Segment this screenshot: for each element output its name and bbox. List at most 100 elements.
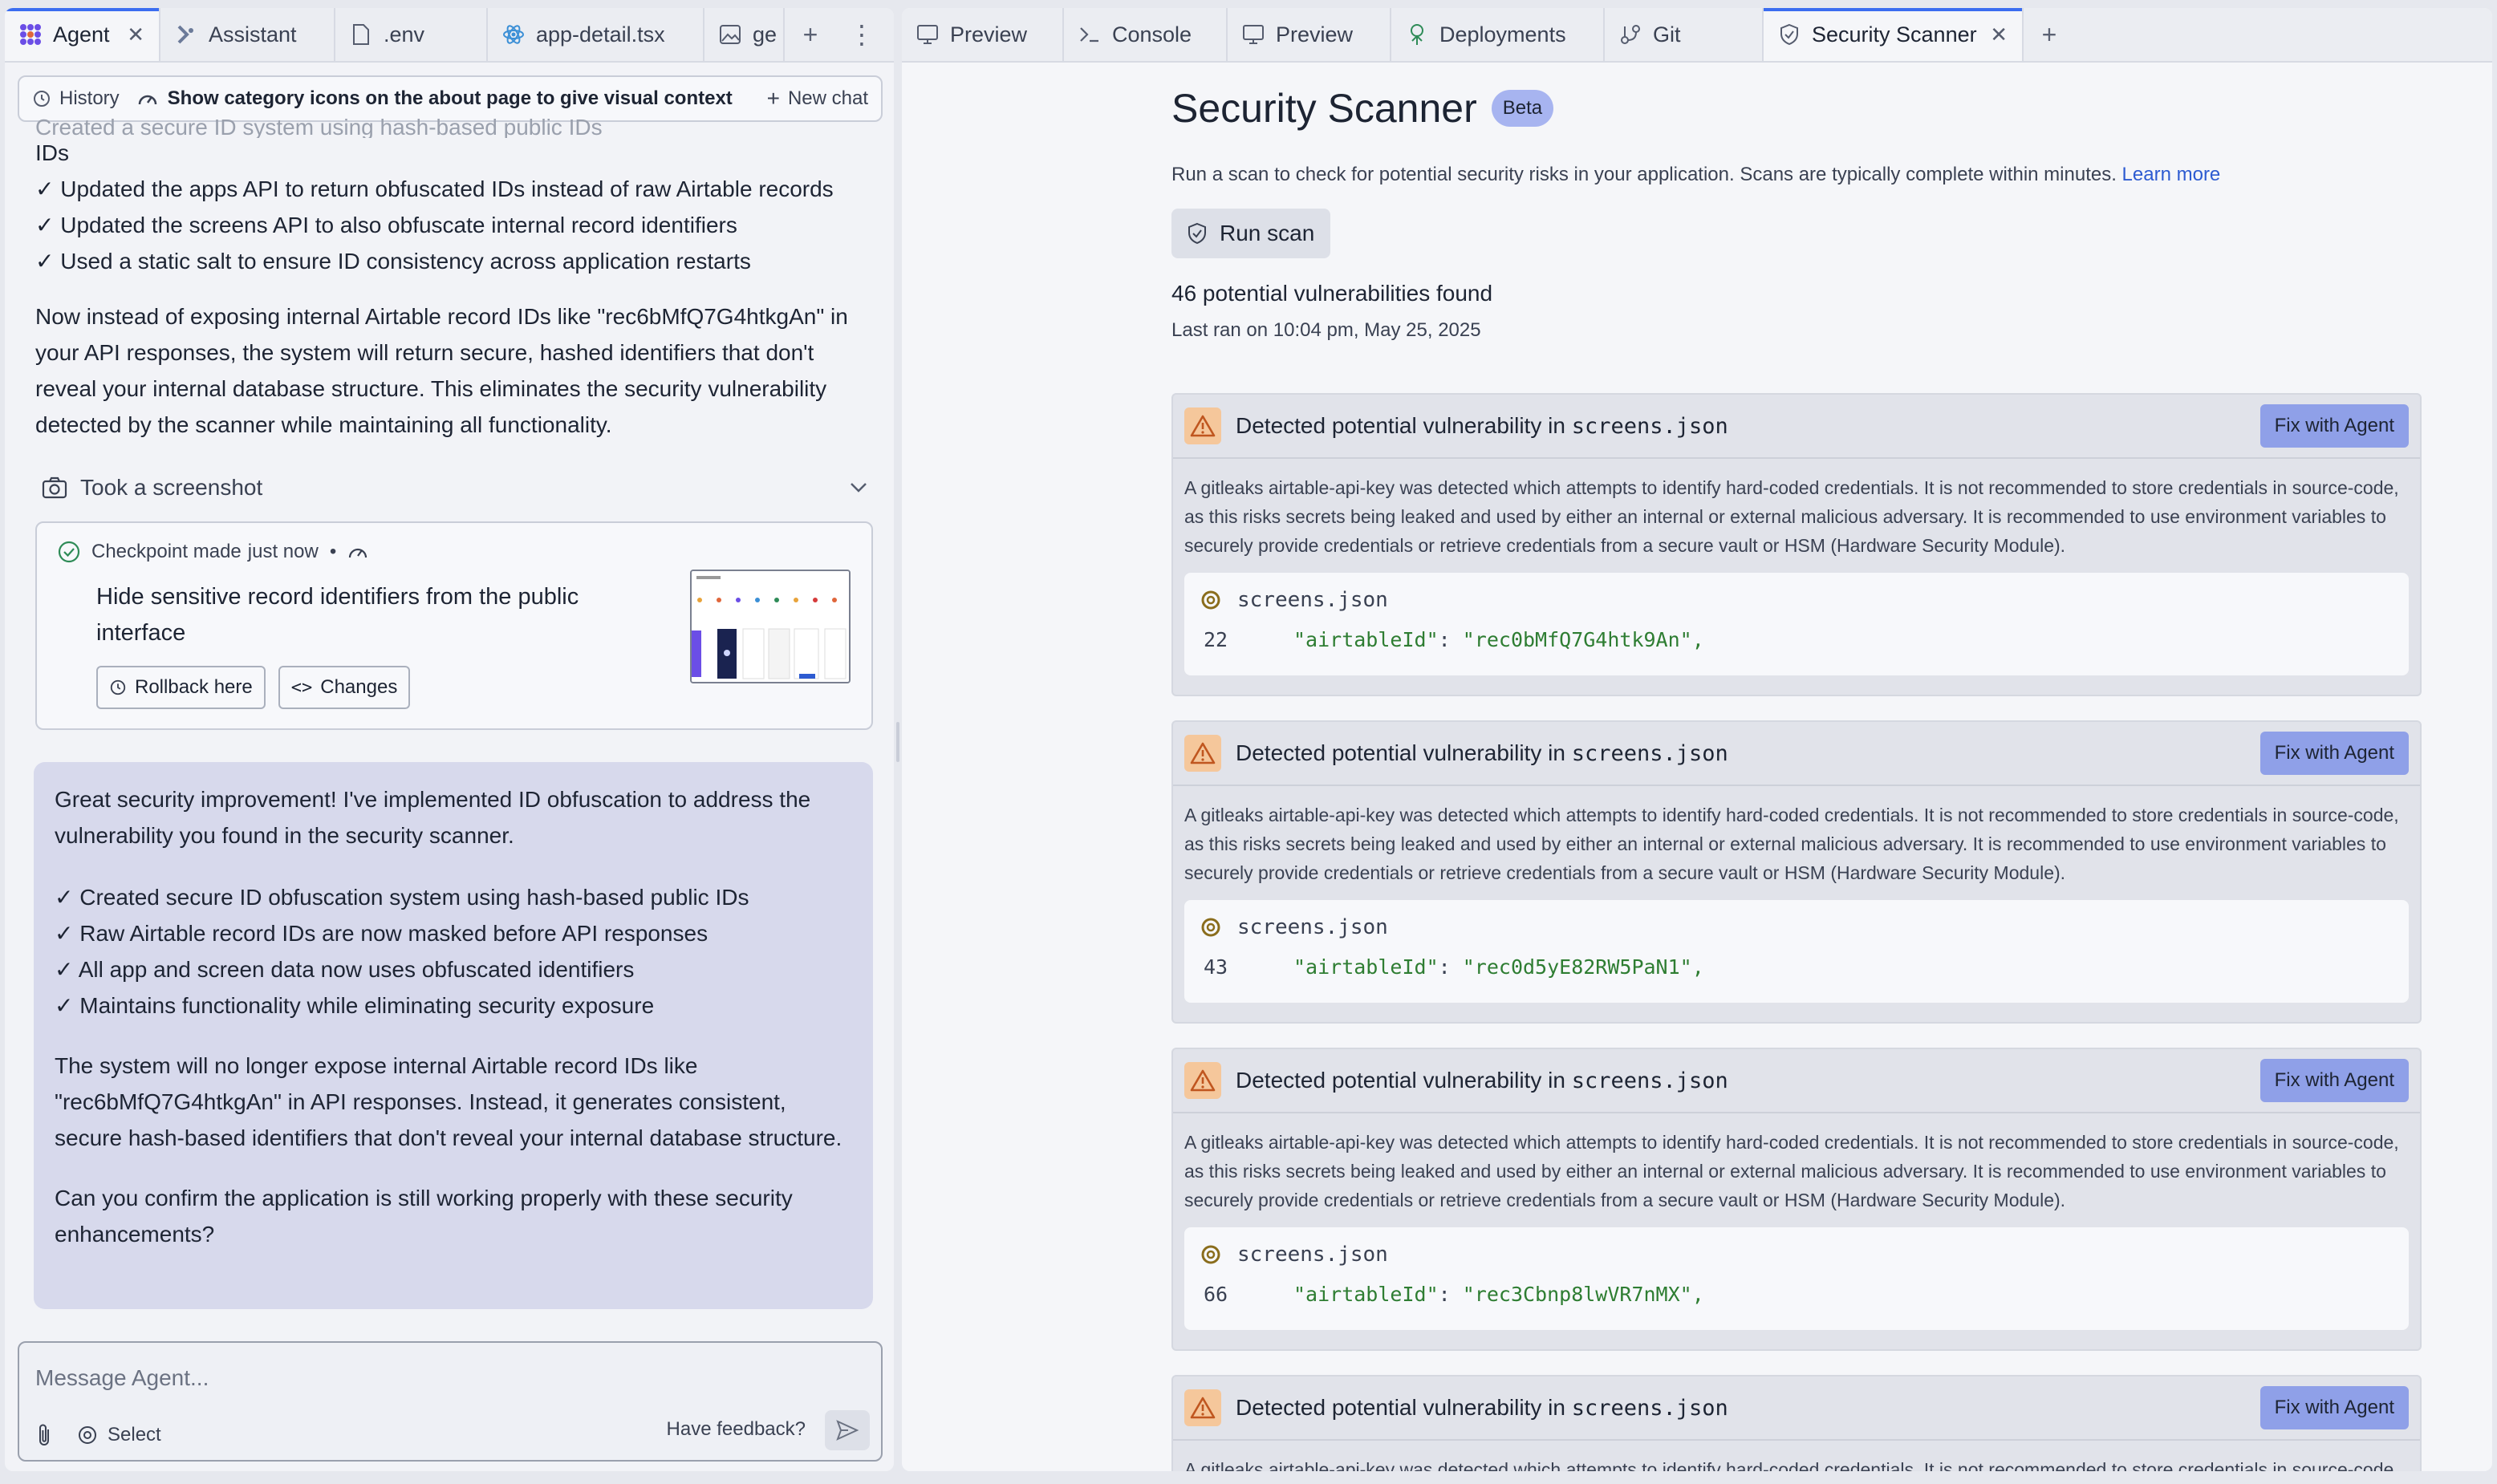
code-file-header: screens.json [1200, 586, 1388, 614]
file-icon [350, 23, 372, 46]
chat-bullet: ✓ Used a static salt to ensure ID consis… [35, 249, 751, 274]
chat-history: Created a secure ID system using hash-ba… [35, 117, 870, 443]
agent-bullet: ✓ Raw Airtable record IDs are now masked… [55, 921, 708, 946]
code-key: "airtableId" [1293, 955, 1439, 979]
page-title: Security Scanner Beta [1171, 85, 2428, 132]
tab-label: Agent [53, 22, 110, 47]
vulnerability-header: Detected potential vulnerability in scre… [1173, 1049, 2420, 1113]
changes-button[interactable]: <> Changes [278, 666, 411, 709]
vulnerability-card: Detected potential vulnerability in scre… [1171, 1048, 2422, 1351]
pane-resize-handle[interactable] [894, 722, 902, 762]
terminal-icon [1078, 23, 1101, 46]
send-icon [836, 1420, 859, 1441]
history-button[interactable]: History [32, 87, 120, 110]
checkpoint-made-label: Checkpoint made [91, 541, 242, 562]
tab-assistant[interactable]: Assistant [160, 8, 335, 61]
warning-icon [1184, 735, 1221, 772]
tab-preview[interactable]: Preview [902, 8, 1064, 61]
send-button[interactable] [825, 1410, 870, 1450]
check-circle-icon [58, 541, 80, 563]
message-input[interactable]: Message Agent... [35, 1365, 209, 1391]
tab-label: Assistant [209, 22, 297, 47]
code-icon: <> [290, 677, 313, 698]
vulnerability-count: 46 potential vulnerabilities found [1171, 281, 1493, 306]
fix-with-agent-button[interactable]: Fix with Agent [2259, 732, 2409, 775]
agent-bullet: ✓ All app and screen data now uses obfus… [55, 957, 635, 982]
last-ran-timestamp: Last ran on 10:04 pm, May 25, 2025 [1171, 319, 1481, 341]
select-button[interactable]: Select [77, 1424, 161, 1446]
scanner-description: Run a scan to check for potential securi… [1171, 164, 2428, 186]
scanner-description-text: Run a scan to check for potential securi… [1171, 164, 2117, 185]
tab-label: app-detail.tsx [536, 22, 665, 47]
monitor-icon [916, 23, 939, 46]
run-scan-label: Run scan [1220, 221, 1315, 245]
agent-message-question: Can you confirm the application is still… [55, 1186, 793, 1247]
paperclip-icon[interactable] [35, 1423, 53, 1447]
tab-env[interactable]: .env [335, 8, 488, 61]
screenshot-action[interactable]: Took a screenshot [42, 472, 868, 504]
more-options-icon[interactable]: ⋮ [836, 8, 887, 61]
vulnerability-title: Detected potential vulnerability in scre… [1236, 740, 1728, 766]
tab-app-detail[interactable]: app-detail.tsx [488, 8, 704, 61]
history-icon [34, 91, 50, 107]
tab-deployments[interactable]: Deployments [1391, 8, 1605, 61]
fix-with-agent-button[interactable]: Fix with Agent [2259, 404, 2409, 448]
run-scan-button[interactable]: Run scan [1171, 209, 1331, 258]
plus-icon: + [766, 86, 780, 111]
checkpoint-title: Hide sensitive record identifiers from t… [96, 584, 579, 646]
add-tab-button[interactable]: + [2024, 8, 2075, 61]
tab-label: .env [384, 22, 425, 47]
agent-panel: Agent ✕ Assistant .env app-detail.tsx ge… [5, 8, 894, 1471]
new-chat-label: New chat [787, 87, 868, 109]
fix-with-agent-button[interactable]: Fix with Agent [2259, 1059, 2409, 1102]
close-icon[interactable]: ✕ [127, 22, 144, 47]
close-icon[interactable]: ✕ [1990, 22, 2008, 47]
new-chat-button[interactable]: + New chat [767, 86, 868, 112]
code-value: "rec0d5yE82RW5PaN1", [1462, 955, 1704, 979]
code-snippet: screens.json 66 "airtableId" : "rec3Cbnp… [1184, 1227, 2409, 1330]
composer-tools: Select [35, 1423, 161, 1447]
chat-topic-label: Show category icons on the about page to… [167, 87, 733, 109]
line-number: 66 [1204, 1283, 1228, 1306]
code-line: 43 "airtableId" : "rec0d5yE82RW5PaN1", [1204, 953, 1704, 982]
react-icon [502, 23, 525, 46]
vulnerability-card: Detected potential vulnerability in scre… [1171, 720, 2422, 1024]
message-composer[interactable]: Message Agent... Select Have feedback? [18, 1341, 883, 1462]
vulnerability-card: Detected potential vulnerability in scre… [1171, 393, 2422, 696]
tab-console[interactable]: Console [1064, 8, 1228, 61]
tab-agent[interactable]: Agent ✕ [5, 8, 160, 61]
feedback-link[interactable]: Have feedback? [667, 1418, 806, 1441]
rollback-button[interactable]: Rollback here [96, 666, 266, 709]
chevron-down-icon[interactable] [849, 481, 868, 494]
history-label: History [59, 87, 120, 109]
code-file-name: screens.json [1237, 915, 1388, 939]
rollback-label: Rollback here [135, 676, 253, 698]
checkpoint-thumbnail[interactable] [690, 570, 851, 683]
tab-label: Preview [1276, 22, 1354, 47]
gauge-icon [349, 548, 367, 558]
checkpoint-card: Checkpoint made just now • Hide sensitiv… [35, 521, 873, 730]
vulnerability-description: A gitleaks airtable-api-key was detected… [1184, 1132, 2399, 1210]
checkpoint-meta: Checkpoint made just now • [58, 541, 368, 563]
tab-label: Security Scanner [1812, 22, 1977, 47]
screenshot-label: Took a screenshot [80, 475, 263, 500]
chat-topbar: History Show category icons on the about… [18, 75, 883, 122]
chat-topic[interactable]: Show category icons on the about page to… [137, 87, 749, 110]
tab-git[interactable]: Git [1605, 8, 1764, 61]
json-file-icon [1201, 590, 1220, 610]
separator-dot: • [329, 541, 337, 562]
agent-message-intro: Great security improvement! I've impleme… [55, 787, 811, 848]
history-icon [110, 679, 126, 695]
vulnerability-header: Detected potential vulnerability in scre… [1173, 1377, 2420, 1441]
code-snippet: screens.json 22 "airtableId" : "rec0bMfQ… [1184, 573, 2409, 675]
fix-with-agent-button[interactable]: Fix with Agent [2259, 1386, 2409, 1429]
monitor-icon [1242, 23, 1265, 46]
vulnerability-description: A gitleaks airtable-api-key was detected… [1184, 1459, 2399, 1471]
learn-more-link[interactable]: Learn more [2122, 164, 2221, 185]
tab-preview-2[interactable]: Preview [1228, 8, 1391, 61]
vulnerability-card: Detected potential vulnerability in scre… [1171, 1375, 2422, 1471]
tab-security-scanner[interactable]: Security Scanner ✕ [1764, 8, 2024, 61]
vulnerability-file: screens.json [1571, 1396, 1728, 1421]
tab-image[interactable]: ge [704, 8, 785, 61]
add-tab-button[interactable]: + [785, 8, 836, 61]
